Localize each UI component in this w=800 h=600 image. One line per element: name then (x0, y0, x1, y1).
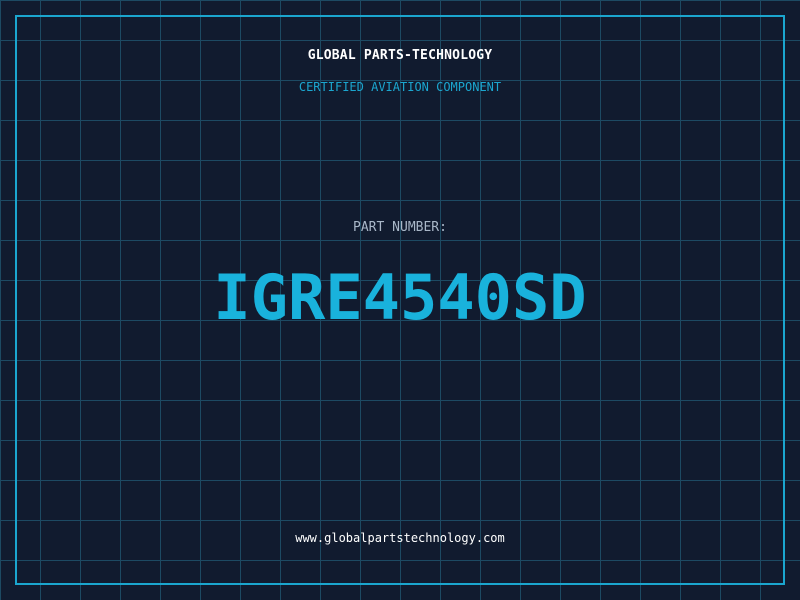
subtitle: CERTIFIED AVIATION COMPONENT (298, 80, 502, 94)
part-label-card: { "header": { "company": "GLOBAL PARTS-T… (0, 0, 800, 600)
part-number-value: IGRE4540SD (213, 261, 587, 334)
part-number-label: PART NUMBER: (353, 220, 447, 235)
company-name: GLOBAL PARTS-TECHNOLOGY (307, 48, 493, 63)
website-link[interactable]: www.globalpartstechnology.com (0, 531, 800, 545)
